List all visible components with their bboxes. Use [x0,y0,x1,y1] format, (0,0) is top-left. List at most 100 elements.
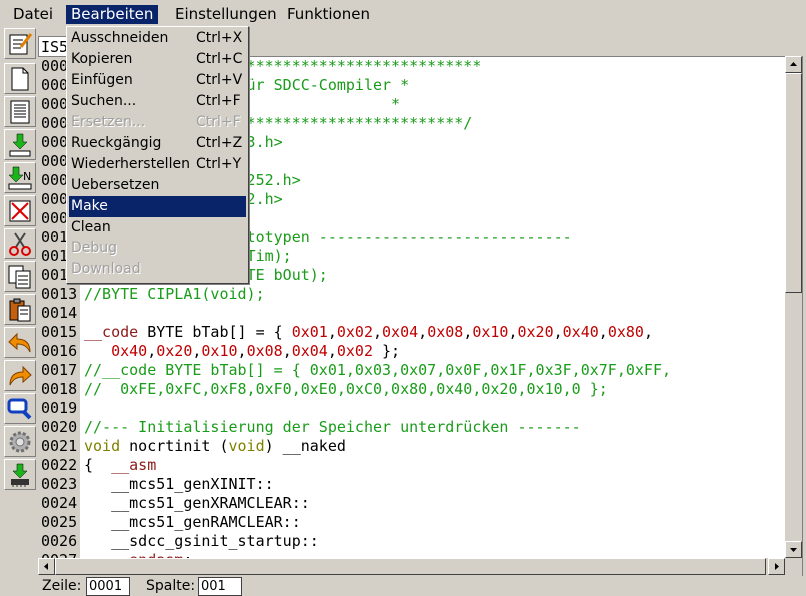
toolbar: N [4,28,36,524]
settings-icon [9,431,31,453]
line-number: 0023 [41,475,78,493]
line-code: { __asm [84,456,157,474]
line-number: 0018 [41,380,78,398]
line-code: __sdcc_gsinit_startup:: [84,532,319,550]
menu-item-kopieren[interactable]: Kopieren Ctrl+C [69,49,246,70]
copy-icon [8,265,31,289]
menu-item-wiederherstellen[interactable]: Wiederherstellen Ctrl+Y [69,154,246,175]
line-code: //BYTE CIPLA1(void); [84,285,265,303]
copy-button[interactable] [4,261,36,292]
cut-button[interactable] [4,228,36,259]
scroll-left-button[interactable] [38,558,55,575]
scroll-up-button[interactable] [785,56,802,73]
window-edge [802,56,806,576]
menu-item-shortcut: Ctrl+V [196,72,243,88]
arrow-up-icon [790,62,797,66]
menu-item-clean[interactable]: Clean [69,217,246,238]
menu-item-ersetzen: Ersetzen... Ctrl+F [69,112,246,133]
program-button[interactable] [4,459,36,490]
menu-item-ausschneiden[interactable]: Ausschneiden Ctrl+X [69,28,246,49]
menu-funktionen[interactable]: Funktionen [282,5,375,24]
menu-item-download: Download [69,259,246,280]
menu-item-shortcut: Ctrl+C [196,51,243,67]
line-code: __code BYTE bTab[] = { 0x01,0x02,0x04,0x… [84,323,653,341]
download-n-icon: N [8,166,32,190]
menu-item-uebersetzen[interactable]: Uebersetzen [69,175,246,196]
menu-bearbeiten[interactable]: Bearbeiten [66,5,159,24]
line-number: 0019 [41,399,78,417]
arrow-left-icon [44,563,48,570]
redo-button[interactable] [4,360,36,391]
menu-datei[interactable]: Datei [8,5,58,24]
open-file-icon [10,100,30,124]
vertical-scroll-thumb[interactable] [785,73,802,293]
delete-button[interactable] [4,195,36,226]
paste-button[interactable] [4,294,36,325]
redo-icon [9,365,32,386]
line-number: 0021 [41,437,78,455]
menu-item-label: Rueckgängig [71,135,162,151]
menu-item-make[interactable]: Make [69,196,246,217]
menu-einstellungen[interactable]: Einstellungen [170,5,282,24]
line-field: 0001 [86,577,130,596]
scroll-down-button[interactable] [785,541,802,558]
line-number: 0017 [41,361,78,379]
line-label: Zeile: [42,578,82,594]
menu-item-label: Suchen... [71,93,137,109]
menu-item-rueckgängig[interactable]: Rueckgängig Ctrl+Z [69,133,246,154]
menu-item-shortcut: Ctrl+Z [196,135,243,151]
edit-menu-dropdown: Ausschneiden Ctrl+X Kopieren Ctrl+C Einfügen… [66,26,249,284]
line-number: 0020 [41,418,78,436]
line-number: 0022 [41,456,78,474]
line-code: //__code BYTE bTab[] = { 0x01,0x03,0x07,… [84,361,671,379]
edit-button[interactable] [4,28,36,59]
menu-item-shortcut: Ctrl+F [196,114,241,130]
horizontal-scrollbar[interactable] [38,558,785,575]
menu-item-label: Ausschneiden [71,30,169,46]
line-code: //--- Initialisierung der Speicher unter… [84,418,581,436]
line-number: 0013 [41,285,78,303]
status-bar: Zeile: 0001 Spalte: 001 [0,576,806,596]
horizontal-scroll-thumb[interactable] [55,558,766,575]
line-code: __mcs51_genRAMCLEAR:: [84,513,301,531]
delete-icon [9,200,31,222]
menu-item-suchen[interactable]: Suchen... Ctrl+F [69,91,246,112]
vertical-scrollbar[interactable] [785,56,802,558]
menu-item-label: Wiederherstellen [71,156,190,172]
menu-item-shortcut: Ctrl+X [196,30,243,46]
download-button[interactable] [4,129,36,160]
line-number: 0014 [41,304,78,322]
line-code: // 0xFE,0xFC,0xF8,0xF0,0xE0,0xC0,0x80,0x… [84,380,608,398]
search-button[interactable] [4,393,36,424]
scroll-right-button[interactable] [768,558,785,575]
program-icon [11,463,29,487]
settings-button[interactable] [4,426,36,457]
download-n-button[interactable]: N [4,162,36,193]
line-code: __mcs51_genXINIT:: [84,475,274,493]
menu-item-label: Ersetzen... [71,114,146,130]
menu-item-label: Kopieren [71,51,133,67]
menu-item-shortcut: Ctrl+F [196,93,241,109]
undo-button[interactable] [4,327,36,358]
cut-icon [9,232,31,256]
line-code: __mcs51_genXRAMCLEAR:: [84,494,310,512]
menu-item-label: Debug [71,240,118,256]
menu-bar: Datei Bearbeiten Einstellungen Funktione… [0,0,806,26]
menu-item-label: Download [71,261,141,277]
undo-icon [8,332,31,353]
line-code: 0x40,0x20,0x10,0x08,0x04,0x02 }; [111,342,401,360]
line-number: 0026 [41,532,78,550]
open-file-button[interactable] [4,96,36,127]
line-number: 0016 [41,342,78,360]
line-number: 0024 [41,494,78,512]
menu-item-debug: Debug [69,238,246,259]
new-file-icon [11,67,29,91]
download-icon [9,133,31,157]
menu-item-label: Clean [71,219,111,235]
paste-icon [9,298,31,322]
edit-icon [9,33,33,55]
svg-text:N: N [23,170,31,183]
line-number: 0025 [41,513,78,531]
menu-item-einfügen[interactable]: Einfügen Ctrl+V [69,70,246,91]
new-file-button[interactable] [4,63,36,94]
